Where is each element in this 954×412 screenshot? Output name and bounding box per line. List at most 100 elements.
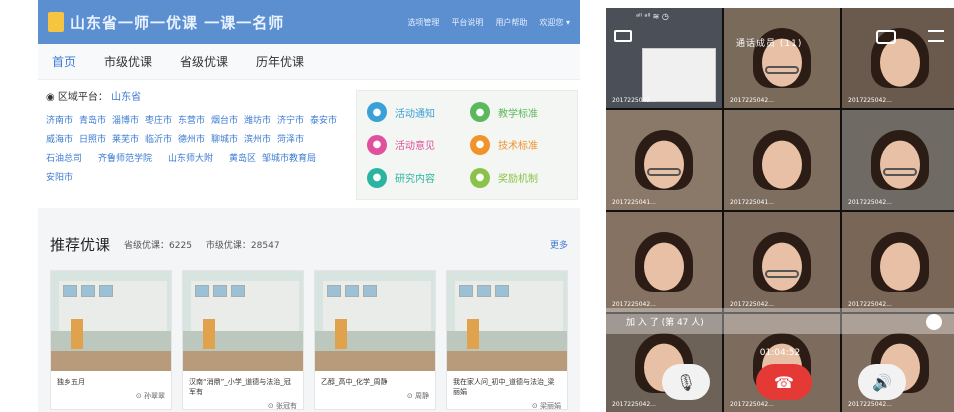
hangup-icon[interactable]: ☎ [756,364,812,400]
book-icon: ● [367,167,387,188]
recommend-header: 推荐优课 省级优课：6225 市级优课：28547 更多 [38,208,580,255]
city-link[interactable]: 东营市 [178,113,211,126]
participant-id: 2017225041... [612,199,656,206]
city-link[interactable]: 黄岛区 [229,151,262,164]
lesson-card[interactable]: 我在家人问_初中_道德与法治_梁丽娟 ⊙ 梁丽娟 [446,270,568,410]
participant-video[interactable]: 2017225042... [724,8,840,108]
province-count: 省级优课：6225 [124,241,192,251]
feature-item[interactable]: ● 奖励机制 [470,164,567,191]
city-count: 市级优课：28547 [205,241,280,251]
city-link[interactable]: 山东师大附 [168,151,213,164]
lesson-thumbnail [183,271,303,371]
feature-label: 活动意见 [395,141,435,153]
city-link[interactable]: 莱芜市 [112,132,145,145]
participant-video[interactable]: 2017225042... [724,212,840,312]
lesson-thumbnail [315,271,435,371]
lesson-thumbnail [447,271,567,371]
city-link[interactable]: 石油总司 [46,151,82,164]
city-link[interactable]: 德州市 [178,132,211,145]
lesson-card[interactable]: 乙醇_高中_化学_周静 ⊙ 周静 [314,270,436,410]
feature-item[interactable]: ● 研究内容 [367,164,464,191]
feature-item[interactable]: ● 教学标准 [470,99,567,126]
participant-video[interactable]: 2017225041... [724,110,840,210]
thumbnail-pencil-cup [467,319,479,349]
nav-home[interactable]: 首页 [52,53,76,70]
lesson-author: ⊙ 周静 [406,392,429,400]
top-link[interactable]: 平台说明 [451,17,483,28]
thumbnail-pencil-cup [71,319,83,349]
feature-item[interactable]: ● 活动通知 [367,99,464,126]
participant-video[interactable]: 2017225042... [606,212,722,312]
nav-city-lessons[interactable]: 市级优课 [104,53,152,70]
participant-video[interactable]: 2017225042... [842,110,954,210]
logo-text: 山东省一师一优课 一课一名师 [70,13,285,32]
call-members-title: 通话成员 (11) [736,39,803,49]
city-link[interactable]: 潍坊市 [244,113,277,126]
participant-id: 2017225042... [730,301,774,308]
city-link[interactable]: 日照市 [79,132,112,145]
microphone-icon[interactable]: 🎙 [662,364,710,400]
city-link[interactable]: 临沂市 [145,132,178,145]
participant-video[interactable]: 2017225042... [842,8,954,108]
participant-id: 2017225042... [612,301,656,308]
city-link[interactable]: 菏泽市 [277,132,310,145]
camera-switch-icon[interactable] [876,30,896,44]
more-link[interactable]: 更多 [550,238,568,251]
participant-face [644,140,684,189]
nav-past-lessons[interactable]: 历年优课 [256,53,304,70]
speaker-icon[interactable]: 🔊 [858,364,906,400]
feature-label: 活动通知 [395,108,435,120]
city-link[interactable]: 济南市 [46,113,79,126]
emoji-icon[interactable] [926,314,942,330]
participant-id: 2017225042... [848,301,892,308]
participant-video[interactable]: 2017225042... [842,212,954,312]
video-grid: 2017225042... 2017225042... 2017225042... 2… [606,8,954,312]
participant-video[interactable]: 2017225042... [606,8,722,108]
city-list: 济南市 青岛市 淄博市 枣庄市 东营市 烟台市 潍坊市 济宁市 泰安市威海市 日照市 莱芜市 临沂市德… [46,113,356,183]
city-link[interactable]: 青岛市 [79,113,112,126]
minimize-icon[interactable] [614,30,632,42]
call-timer: 01:04:52 [759,348,801,358]
logo[interactable]: 山东省一师一优课 一课一名师 [48,12,284,33]
participant-face [644,242,684,291]
shared-screen [642,48,716,102]
feature-item[interactable]: ● 活动意见 [367,132,464,159]
thumbnail-pencil-cup [335,319,347,349]
lesson-thumbnail [51,271,171,371]
top-link[interactable]: 选项管理 [407,17,439,28]
region-title: ◉ 区域平台： 山东省 [46,92,142,103]
city-link[interactable]: 泰安市 [310,113,343,126]
lesson-card[interactable]: 汉南“消鼎”_小学_道德与法治_冠军有 ⊙ 张冠有 [182,270,304,410]
lesson-title: 独乡五月 [57,378,85,386]
nav-province-lessons[interactable]: 省级优课 [180,53,228,70]
user-menu[interactable]: 欢迎您 ▾ [539,17,570,28]
participant-video[interactable]: 2017225041... [606,110,722,210]
city-link[interactable]: 滨州市 [244,132,277,145]
city-link[interactable]: 聊城市 [211,132,244,145]
menu-icon[interactable] [928,30,944,42]
city-link[interactable]: 邹城市教育局 [262,151,316,164]
participant-id: 2017225042... [848,199,892,206]
city-link[interactable]: 安阳市 [46,170,79,183]
city-link[interactable]: 济宁市 [277,113,310,126]
city-link[interactable]: 淄博市 [112,113,145,126]
region-province[interactable]: 山东省 [111,92,141,103]
participant-face [762,242,802,291]
megaphone-icon: ● [367,102,387,123]
top-bar: 山东省一师一优课 一课一名师 选项管理 平台说明 用户帮助 欢迎您 ▾ [38,0,580,44]
feature-item[interactable]: ● 技术标准 [470,132,567,159]
feature-label: 技术标准 [498,141,538,153]
thumbnail-desk [315,351,435,371]
city-link[interactable]: 齐鲁师范学院 [98,151,152,164]
city-link[interactable]: 枣庄市 [145,113,178,126]
award-icon: ● [470,167,490,188]
participant-id: 2017225041... [730,199,774,206]
participant-glasses [765,66,799,74]
lesson-card[interactable]: 独乡五月 ⊙ 孙翠翠 [50,270,172,410]
location-icon: ◉ [46,92,58,103]
city-link[interactable]: 威海市 [46,132,79,145]
top-link[interactable]: 用户帮助 [495,17,527,28]
thumbnail-pictures [63,285,113,297]
thumbnail-pictures [195,285,245,297]
city-link[interactable]: 烟台市 [211,113,244,126]
